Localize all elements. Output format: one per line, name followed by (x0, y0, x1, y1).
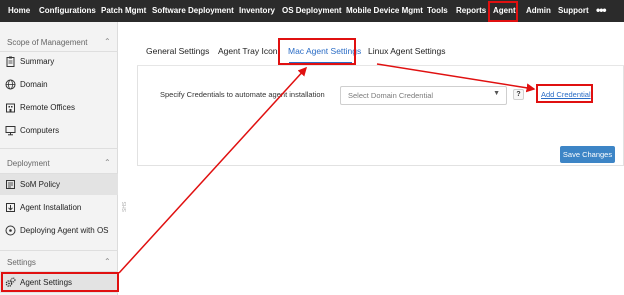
tab-agent-tray-icon[interactable]: Agent Tray Icon (218, 46, 278, 56)
credentials-label: Specify Credentials to automate agent in… (160, 90, 325, 99)
clipboard-icon (4, 56, 16, 68)
nav-software-deployment[interactable]: Software Deployment (152, 0, 234, 22)
sidebar-item-label: Agent Installation (20, 203, 82, 212)
help-icon[interactable]: ? (513, 89, 524, 100)
nav-os-deployment[interactable]: OS Deployment (282, 0, 342, 22)
computer-icon (4, 125, 16, 137)
nav-reports[interactable]: Reports (456, 0, 486, 22)
tab-general-settings[interactable]: General Settings (146, 46, 209, 56)
nav-mobile-device-mgmt[interactable]: Mobile Device Mgmt (346, 0, 423, 22)
sidebar-item-agent-installation[interactable]: Agent Installation (0, 197, 118, 218)
vertical-side-text: SHS (122, 201, 128, 212)
add-credential-highlight-box (536, 84, 593, 103)
more-menu-icon[interactable]: ••• (596, 0, 607, 22)
sidebar-item-computers[interactable]: Computers (0, 120, 118, 141)
select-placeholder: Select Domain Credential (348, 91, 434, 100)
nav-tools[interactable]: Tools (427, 0, 448, 22)
sidebar-item-label: SoM Policy (20, 180, 61, 189)
agent-settings-highlight-box (1, 272, 119, 292)
sidebar-item-label: Computers (20, 126, 60, 135)
top-navigation-bar: Home Configurations Patch Mgmt Software … (0, 0, 624, 22)
save-changes-button[interactable]: Save Changes (560, 146, 615, 163)
nav-inventory[interactable]: Inventory (239, 0, 275, 22)
scope-collapse-chevron-icon[interactable]: ⌃ (104, 37, 111, 46)
sidebar-item-domain[interactable]: Domain (0, 74, 118, 95)
scope-of-management-header: Scope of Management (7, 38, 88, 47)
deployment-header: Deployment (7, 159, 50, 168)
deployment-collapse-chevron-icon[interactable]: ⌃ (104, 158, 111, 167)
caret-down-icon: ▼ (493, 90, 500, 97)
sidebar-item-label: Summary (20, 57, 55, 66)
mac-tab-highlight-box (278, 38, 356, 65)
building-icon (4, 102, 16, 114)
sidebar-item-summary[interactable]: Summary (0, 51, 118, 72)
nav-patch-mgmt[interactable]: Patch Mgmt (101, 0, 146, 22)
sidebar-item-deploying-agent-with-os[interactable]: Deploying Agent with OS (0, 220, 118, 241)
globe-icon (4, 79, 16, 91)
install-icon (4, 202, 16, 214)
sidebar-item-label: Domain (20, 80, 48, 89)
disc-icon (4, 225, 16, 237)
divider (0, 148, 118, 149)
sidebar-item-remote-offices[interactable]: Remote Offices (0, 97, 118, 118)
tab-linux-agent-settings[interactable]: Linux Agent Settings (368, 46, 446, 56)
sidebar-item-label: Remote Offices (20, 103, 75, 112)
nav-configurations[interactable]: Configurations (39, 0, 96, 22)
divider (0, 250, 118, 251)
nav-home[interactable]: Home (8, 0, 30, 22)
sidebar: Scope of Management ⌃ Summary Domain Rem… (0, 22, 118, 295)
sidebar-item-label: Deploying Agent with OS (20, 226, 109, 235)
settings-header: Settings (7, 258, 36, 267)
settings-panel (137, 66, 624, 166)
policy-icon (4, 179, 16, 191)
domain-credential-select[interactable]: Select Domain Credential ▼ (340, 86, 507, 105)
nav-support[interactable]: Support (558, 0, 589, 22)
sidebar-item-som-policy[interactable]: SoM Policy (0, 174, 118, 195)
settings-collapse-chevron-icon[interactable]: ⌃ (104, 257, 111, 266)
agent-highlight-box (488, 1, 518, 22)
nav-admin[interactable]: Admin (526, 0, 551, 22)
